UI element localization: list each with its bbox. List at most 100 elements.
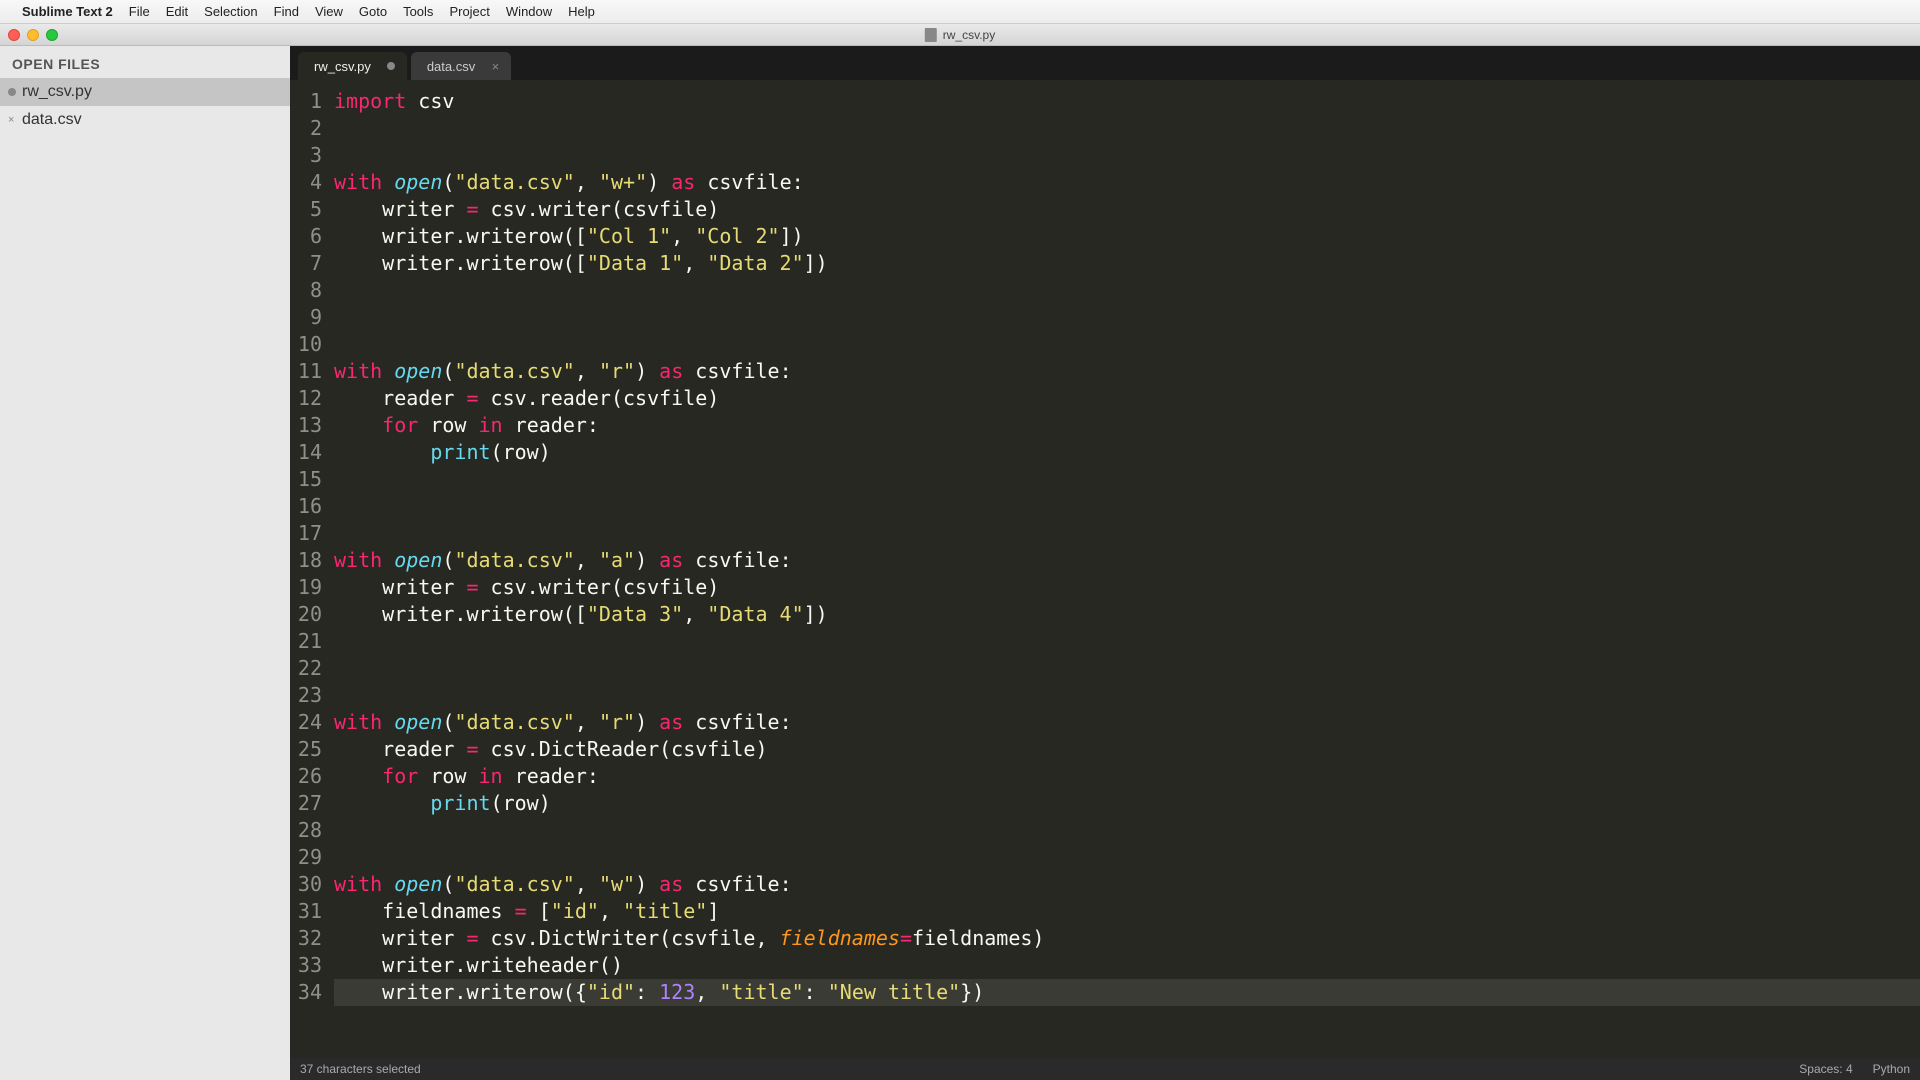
code-line[interactable]: with open("data.csv", "w+") as csvfile: xyxy=(334,169,1920,196)
app-name[interactable]: Sublime Text 2 xyxy=(22,4,113,19)
line-number-gutter: 1234567891011121314151617181920212223242… xyxy=(290,88,334,1058)
line-number: 32 xyxy=(290,925,322,952)
line-number: 9 xyxy=(290,304,322,331)
code-line[interactable] xyxy=(334,520,1920,547)
tab-label: rw_csv.py xyxy=(314,59,371,74)
line-number: 21 xyxy=(290,628,322,655)
line-number: 34 xyxy=(290,979,322,1006)
line-number: 14 xyxy=(290,439,322,466)
workspace: OPEN FILES rw_csv.py × data.csv rw_csv.p… xyxy=(0,46,1920,1080)
close-button[interactable] xyxy=(8,29,20,41)
sidebar-file-label: rw_csv.py xyxy=(22,83,92,101)
menu-window[interactable]: Window xyxy=(506,4,552,19)
status-bar: 37 characters selected Spaces: 4 Python xyxy=(290,1058,1920,1080)
tab-rw-csv[interactable]: rw_csv.py xyxy=(298,52,407,80)
code-line[interactable] xyxy=(334,817,1920,844)
line-number: 11 xyxy=(290,358,322,385)
code-line[interactable]: writer.writerow(["Data 3", "Data 4"]) xyxy=(334,601,1920,628)
code-line[interactable] xyxy=(334,682,1920,709)
code-line[interactable] xyxy=(334,844,1920,871)
line-number: 7 xyxy=(290,250,322,277)
menu-help[interactable]: Help xyxy=(568,4,595,19)
status-language[interactable]: Python xyxy=(1873,1062,1910,1076)
line-number: 17 xyxy=(290,520,322,547)
menu-project[interactable]: Project xyxy=(449,4,489,19)
code-line[interactable]: with open("data.csv", "a") as csvfile: xyxy=(334,547,1920,574)
code-line[interactable]: reader = csv.DictReader(csvfile) xyxy=(334,736,1920,763)
code-line[interactable] xyxy=(334,115,1920,142)
sidebar-file-data-csv[interactable]: × data.csv xyxy=(0,106,290,134)
code-line[interactable]: fieldnames = ["id", "title"] xyxy=(334,898,1920,925)
code-content[interactable]: import csv with open("data.csv", "w+") a… xyxy=(334,88,1920,1058)
modified-dot-icon xyxy=(387,62,395,70)
line-number: 16 xyxy=(290,493,322,520)
code-line[interactable]: with open("data.csv", "w") as csvfile: xyxy=(334,871,1920,898)
window-titlebar: rw_csv.py xyxy=(0,24,1920,46)
menu-edit[interactable]: Edit xyxy=(166,4,188,19)
line-number: 20 xyxy=(290,601,322,628)
line-number: 15 xyxy=(290,466,322,493)
code-line[interactable]: with open("data.csv", "r") as csvfile: xyxy=(334,709,1920,736)
code-line[interactable] xyxy=(334,304,1920,331)
code-line[interactable]: import csv xyxy=(334,88,1920,115)
zoom-button[interactable] xyxy=(46,29,58,41)
code-line[interactable] xyxy=(334,655,1920,682)
code-line[interactable] xyxy=(334,142,1920,169)
code-line[interactable]: print(row) xyxy=(334,790,1920,817)
line-number: 23 xyxy=(290,682,322,709)
sidebar: OPEN FILES rw_csv.py × data.csv xyxy=(0,46,290,1080)
close-icon[interactable]: × xyxy=(8,116,16,124)
line-number: 26 xyxy=(290,763,322,790)
line-number: 4 xyxy=(290,169,322,196)
document-icon xyxy=(925,28,937,42)
code-line[interactable] xyxy=(334,466,1920,493)
code-line[interactable]: writer = csv.writer(csvfile) xyxy=(334,196,1920,223)
window-title-text: rw_csv.py xyxy=(943,28,995,42)
code-line[interactable]: for row in reader: xyxy=(334,763,1920,790)
menu-file[interactable]: File xyxy=(129,4,150,19)
menu-selection[interactable]: Selection xyxy=(204,4,257,19)
tab-label: data.csv xyxy=(427,59,475,74)
menu-view[interactable]: View xyxy=(315,4,343,19)
code-line[interactable]: print(row) xyxy=(334,439,1920,466)
line-number: 3 xyxy=(290,142,322,169)
close-icon[interactable]: × xyxy=(492,59,500,74)
code-line[interactable]: writer.writerow(["Col 1", "Col 2"]) xyxy=(334,223,1920,250)
tab-data-csv[interactable]: data.csv × xyxy=(411,52,511,80)
line-number: 5 xyxy=(290,196,322,223)
code-line[interactable] xyxy=(334,331,1920,358)
sidebar-file-rw-csv[interactable]: rw_csv.py xyxy=(0,78,290,106)
line-number: 22 xyxy=(290,655,322,682)
code-editor[interactable]: 1234567891011121314151617181920212223242… xyxy=(290,80,1920,1058)
line-number: 24 xyxy=(290,709,322,736)
line-number: 25 xyxy=(290,736,322,763)
line-number: 1 xyxy=(290,88,322,115)
code-line[interactable]: writer = csv.writer(csvfile) xyxy=(334,574,1920,601)
code-line[interactable]: writer.writerow(["Data 1", "Data 2"]) xyxy=(334,250,1920,277)
line-number: 29 xyxy=(290,844,322,871)
code-line[interactable] xyxy=(334,628,1920,655)
code-line[interactable]: with open("data.csv", "r") as csvfile: xyxy=(334,358,1920,385)
menu-tools[interactable]: Tools xyxy=(403,4,433,19)
menu-find[interactable]: Find xyxy=(274,4,299,19)
line-number: 10 xyxy=(290,331,322,358)
code-line[interactable]: for row in reader: xyxy=(334,412,1920,439)
code-line[interactable]: writer.writerow({"id": 123, "title": "Ne… xyxy=(334,979,1920,1006)
line-number: 33 xyxy=(290,952,322,979)
menu-goto[interactable]: Goto xyxy=(359,4,387,19)
line-number: 8 xyxy=(290,277,322,304)
sidebar-open-files-header: OPEN FILES xyxy=(0,46,290,78)
status-spaces[interactable]: Spaces: 4 xyxy=(1799,1062,1852,1076)
minimize-button[interactable] xyxy=(27,29,39,41)
window-title: rw_csv.py xyxy=(925,28,995,42)
code-line[interactable] xyxy=(334,493,1920,520)
line-number: 27 xyxy=(290,790,322,817)
code-line[interactable] xyxy=(334,277,1920,304)
line-number: 2 xyxy=(290,115,322,142)
code-line[interactable]: reader = csv.reader(csvfile) xyxy=(334,385,1920,412)
line-number: 6 xyxy=(290,223,322,250)
code-line[interactable]: writer.writeheader() xyxy=(334,952,1920,979)
macos-menubar: Sublime Text 2 File Edit Selection Find … xyxy=(0,0,1920,24)
line-number: 12 xyxy=(290,385,322,412)
code-line[interactable]: writer = csv.DictWriter(csvfile, fieldna… xyxy=(334,925,1920,952)
